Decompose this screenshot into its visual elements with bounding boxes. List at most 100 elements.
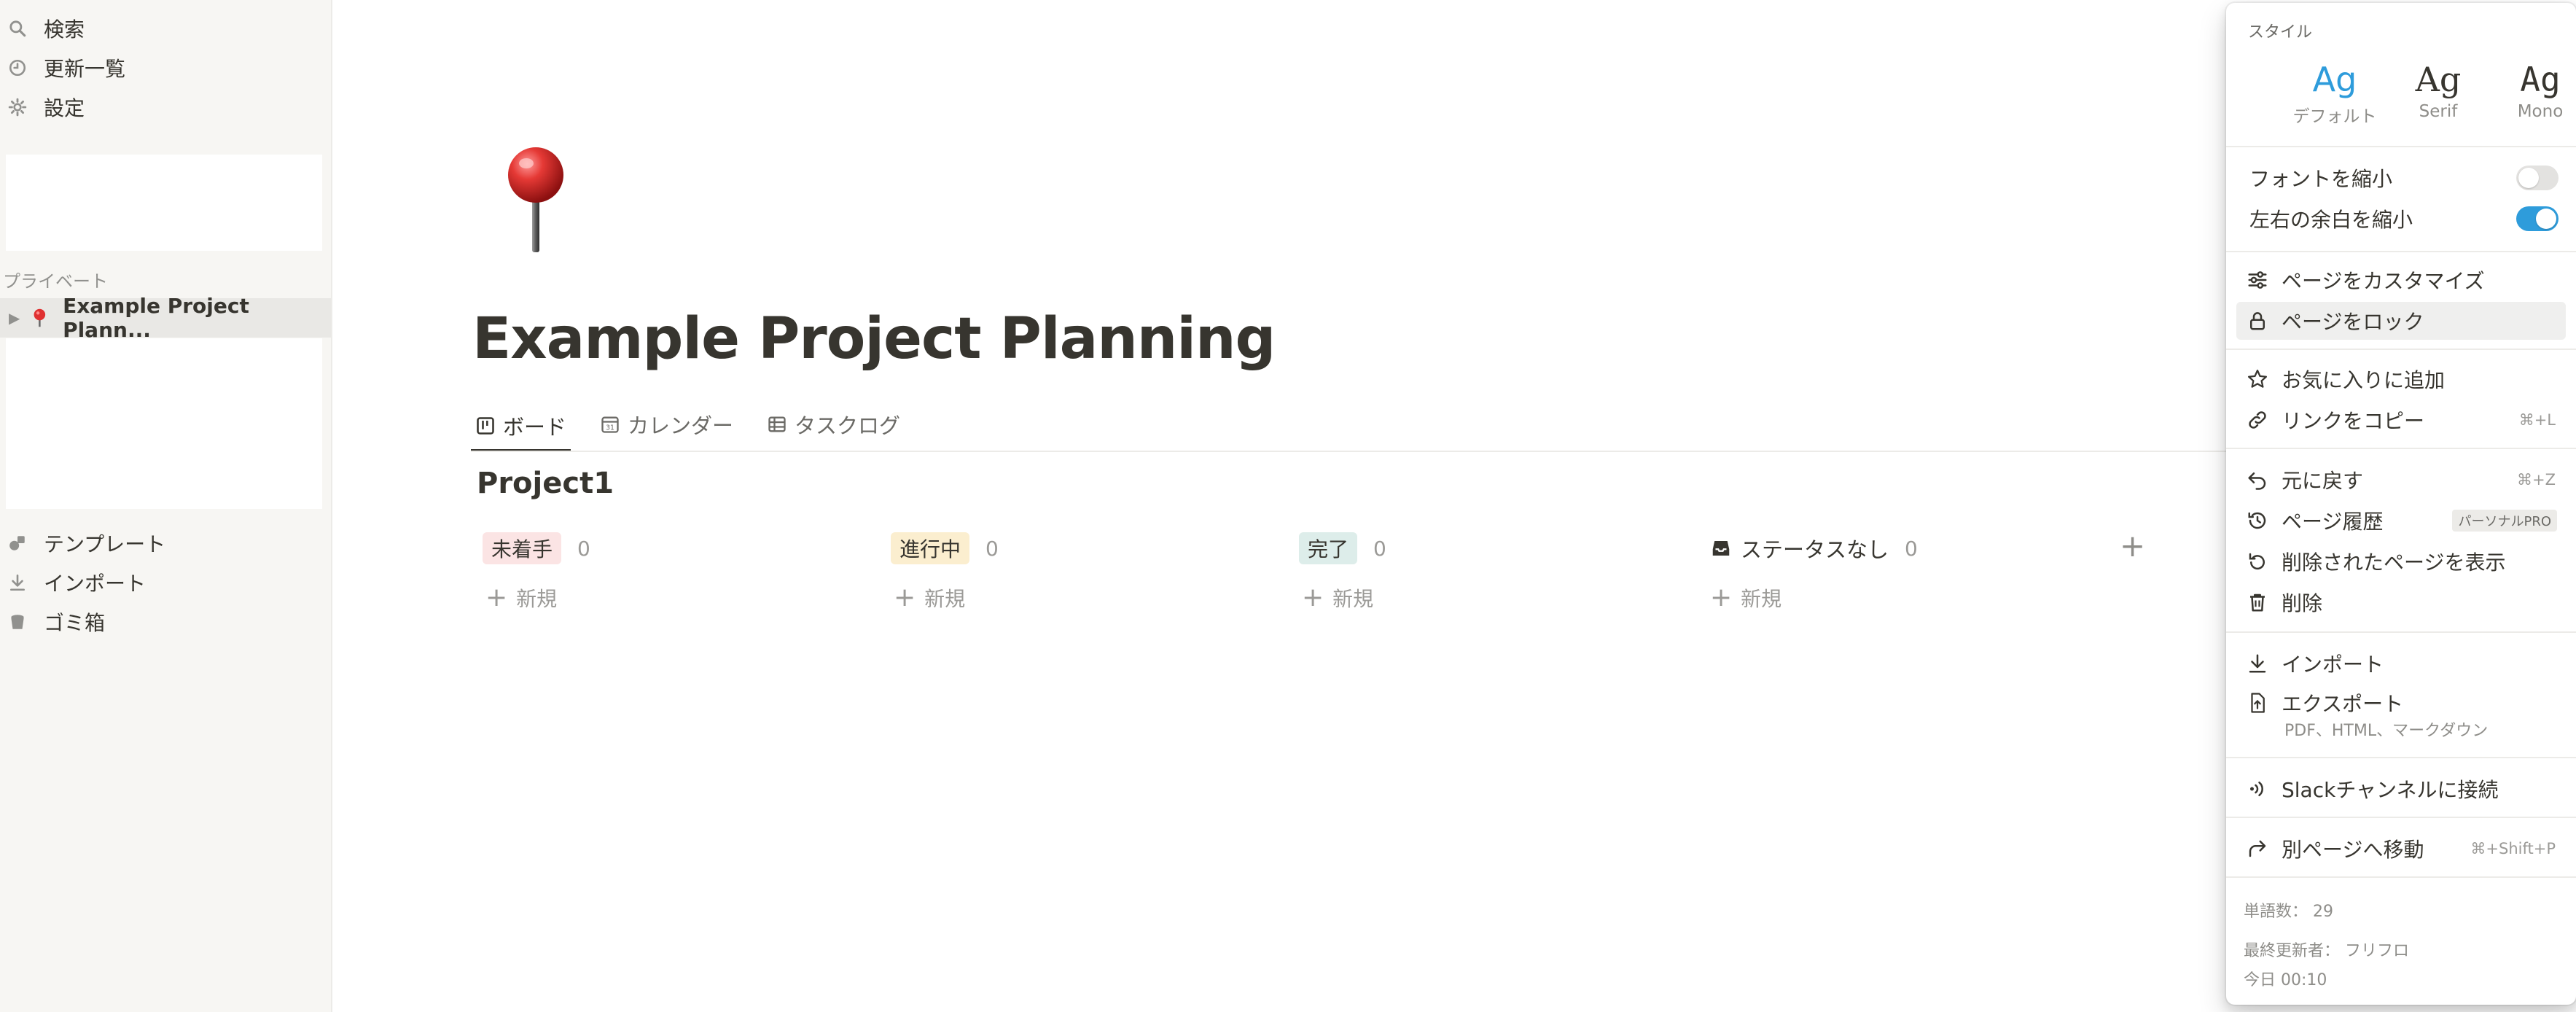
last-edited-time: 今日 00:10 <box>2244 971 2327 989</box>
board-group-title[interactable]: Project1 <box>477 467 614 500</box>
add-column-button[interactable]: + <box>2120 528 2145 564</box>
board-icon <box>477 417 494 435</box>
sidebar-item-label: テンプレート <box>44 532 166 556</box>
sidebar-item-templates[interactable]: テンプレート <box>0 523 331 563</box>
view-tabs: ボード 31 カレンダー タスクログ <box>471 402 929 452</box>
board-column-header[interactable]: 進行中 0 <box>891 532 999 564</box>
trash-icon <box>7 612 28 632</box>
status-pill-not-started: 未着手 <box>483 532 562 564</box>
customize-page-item[interactable]: ページをカスタマイズ <box>2236 261 2566 299</box>
tab-task-log[interactable]: タスクログ <box>762 402 905 446</box>
tab-board[interactable]: ボード <box>471 402 571 452</box>
menu-divider <box>2226 876 2576 878</box>
style-option-default[interactable]: Ag デフォルト <box>2287 60 2382 127</box>
inbox-icon <box>1712 541 1730 556</box>
menu-item-label: エクスポート <box>2282 692 2404 716</box>
copy-link-item[interactable]: リンクをコピー ⌘+L <box>2236 401 2566 439</box>
plus-icon: + <box>1710 583 1733 612</box>
export-item[interactable]: エクスポート <box>2236 684 2566 722</box>
toggle-knob <box>2536 209 2556 229</box>
broadcast-icon <box>2247 778 2268 800</box>
page-options-menu: スタイル Ag デフォルト Ag Serif Ag Mono フォントを縮小 左… <box>2226 3 2576 1005</box>
import-icon <box>7 572 28 593</box>
sidebar-item-trash[interactable]: ゴミ箱 <box>0 602 331 642</box>
lock-page-item[interactable]: ページをロック <box>2236 302 2566 340</box>
new-card-button[interactable]: + 新規 <box>894 583 965 612</box>
new-card-button[interactable]: + 新規 <box>1302 583 1373 612</box>
board-column-header[interactable]: 未着手 0 <box>483 532 590 564</box>
last-edited-by: 最終更新者： フリフロ <box>2244 942 2409 960</box>
full-width-toggle-row[interactable]: 左右の余白を縮小 <box>2236 200 2566 238</box>
status-pill-done: 完了 <box>1299 532 1358 564</box>
undo-item[interactable]: 元に戻す ⌘+Z <box>2236 461 2566 499</box>
history-icon <box>2247 510 2268 532</box>
shortcut-hint: ⌘+Shift+P <box>2470 840 2556 857</box>
sidebar-item-label: 設定 <box>44 96 85 120</box>
sidebar-item-label: 更新一覧 <box>44 57 126 81</box>
menu-divider <box>2226 349 2576 350</box>
menu-divider <box>2226 251 2576 252</box>
column-count: 0 <box>577 536 590 561</box>
menu-item-label: お気に入りに追加 <box>2282 368 2446 392</box>
pushpin-icon[interactable] <box>500 144 571 254</box>
menu-item-label: インポート <box>2282 653 2384 677</box>
tab-label: カレンダー <box>628 413 734 438</box>
style-sample: Ag <box>2520 60 2561 99</box>
style-option-label: Mono <box>2517 102 2564 121</box>
sidebar-item-search[interactable]: 検索 <box>0 9 331 48</box>
menu-item-label: ページをカスタマイズ <box>2282 269 2485 293</box>
status-none-label: ステータスなし <box>1741 537 1889 562</box>
expand-triangle-icon[interactable]: ▶ <box>9 309 20 327</box>
import-item[interactable]: インポート <box>2236 645 2566 682</box>
column-count: 0 <box>985 536 999 561</box>
page-title[interactable]: Example Project Planning <box>472 306 1276 372</box>
sidebar-item-import[interactable]: インポート <box>0 563 331 602</box>
menu-item-label: 元に戻す <box>2282 469 2364 493</box>
gear-icon <box>7 97 28 117</box>
small-text-label: フォントを縮小 <box>2249 167 2393 191</box>
menu-divider <box>2226 631 2576 633</box>
tab-calendar[interactable]: 31 カレンダー <box>596 402 738 446</box>
menu-item-label: ページ履歴 <box>2282 510 2384 534</box>
small-text-toggle[interactable] <box>2516 166 2559 190</box>
trash-icon <box>2247 591 2268 613</box>
plus-icon: + <box>485 583 508 612</box>
calendar-icon: 31 <box>601 416 619 433</box>
column-count: 0 <box>1373 536 1386 561</box>
new-card-button[interactable]: + 新規 <box>485 583 557 612</box>
menu-item-label: Slackチャンネルに接続 <box>2282 778 2499 802</box>
sliders-icon <box>2247 269 2268 291</box>
new-card-label: 新規 <box>924 587 966 611</box>
search-icon <box>7 18 28 39</box>
style-option-mono[interactable]: Ag Mono <box>2493 60 2576 121</box>
pro-badge: パーソナルPRO <box>2452 510 2557 532</box>
style-sample: Ag <box>2312 60 2357 99</box>
new-card-label: 新規 <box>1332 587 1374 611</box>
board-column-header[interactable]: ステータスなし 0 <box>1710 532 1918 564</box>
sidebar-item-updates[interactable]: 更新一覧 <box>0 48 331 87</box>
menu-divider <box>2226 448 2576 449</box>
style-option-serif[interactable]: Ag Serif <box>2391 60 2486 121</box>
new-card-button[interactable]: + 新規 <box>1710 583 1781 612</box>
sidebar-page-item[interactable]: ▶ Example Project Plann... <box>0 294 331 342</box>
add-to-favorites-item[interactable]: お気に入りに追加 <box>2236 360 2566 398</box>
full-width-toggle[interactable] <box>2516 206 2559 231</box>
tab-label: ボード <box>503 415 567 440</box>
menu-divider <box>2226 817 2576 818</box>
sidebar-page-label: Example Project Plann... <box>63 294 249 342</box>
new-card-label: 新規 <box>516 587 558 611</box>
star-icon <box>2247 368 2268 390</box>
move-to-item[interactable]: 別ページへ移動 ⌘+Shift+P <box>2236 830 2566 868</box>
board-column-header[interactable]: 完了 0 <box>1299 532 1386 564</box>
sidebar-item-settings[interactable]: 設定 <box>0 87 331 127</box>
connect-slack-item[interactable]: Slackチャンネルに接続 <box>2236 770 2566 808</box>
style-option-label: Serif <box>2419 102 2458 121</box>
small-text-toggle-row[interactable]: フォントを縮小 <box>2236 159 2566 197</box>
style-sample: Ag <box>2415 60 2462 99</box>
sidebar-item-label: 検索 <box>44 17 85 42</box>
show-deleted-pages-item[interactable]: 削除されたページを表示 <box>2236 542 2566 580</box>
page-history-item[interactable]: ページ履歴 パーソナルPRO <box>2236 502 2566 540</box>
sidebar-item-label: インポート <box>44 572 147 596</box>
delete-item[interactable]: 削除 <box>2236 583 2566 621</box>
lock-icon <box>2247 310 2268 332</box>
